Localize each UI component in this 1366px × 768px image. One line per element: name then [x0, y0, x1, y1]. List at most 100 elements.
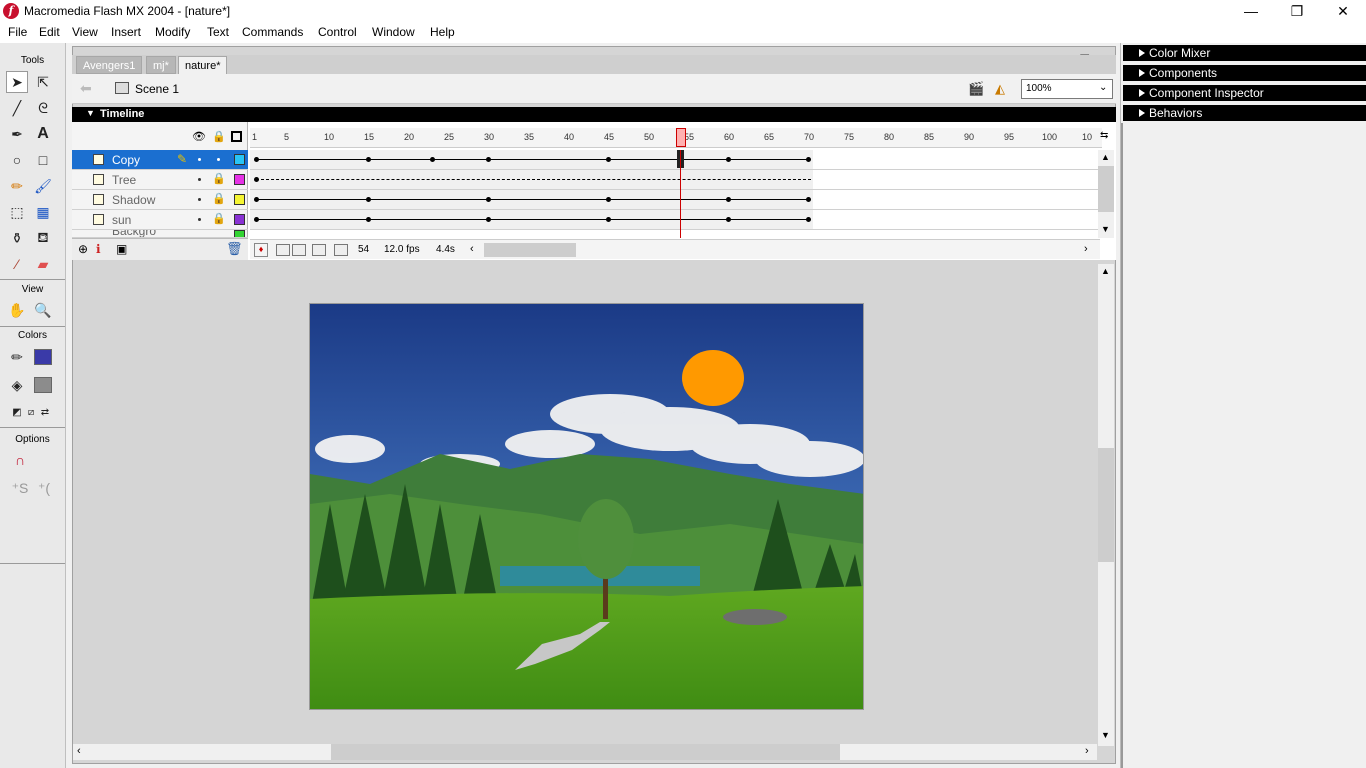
outline-icon[interactable]: [231, 131, 242, 142]
panel-color-mixer[interactable]: Color Mixer: [1123, 45, 1366, 61]
layer-shadow[interactable]: Shadow 🔒: [72, 190, 248, 210]
visibility-dot[interactable]: [198, 198, 201, 201]
edit-symbols-icon[interactable]: ◭: [995, 81, 1005, 97]
keyframe[interactable]: [606, 197, 611, 202]
layer-tree[interactable]: Tree 🔒: [72, 170, 248, 190]
layer-color-swatch[interactable]: [234, 214, 245, 225]
delete-layer-icon[interactable]: 🗑: [226, 241, 243, 257]
keyframe[interactable]: [254, 217, 259, 222]
visibility-dot[interactable]: [198, 158, 201, 161]
stage-hscroll[interactable]: ‹ ›: [73, 744, 1097, 760]
add-motion-guide-icon[interactable]: ℹ: [96, 242, 101, 256]
snap-magnet-icon[interactable]: ∩: [9, 449, 31, 471]
eraser-tool-icon[interactable]: ▰: [32, 253, 54, 275]
minimize-button[interactable]: —: [1228, 0, 1274, 23]
menu-commands[interactable]: Commands: [242, 25, 303, 39]
menu-insert[interactable]: Insert: [111, 25, 141, 39]
menu-text[interactable]: Text: [207, 25, 229, 39]
straighten-icon[interactable]: ⁺(: [33, 477, 55, 499]
center-frame-icon[interactable]: ♦: [254, 243, 268, 257]
tab-avengers1[interactable]: Avengers1: [76, 56, 143, 74]
keyframe[interactable]: [486, 157, 491, 162]
lock-icon[interactable]: 🔒: [212, 130, 226, 143]
eyedropper-tool-icon[interactable]: ⁄: [6, 253, 28, 275]
keyframe[interactable]: [486, 197, 491, 202]
timeline-collapse-icon[interactable]: ▼: [86, 108, 95, 118]
keyframe[interactable]: [606, 217, 611, 222]
visibility-dot[interactable]: [198, 178, 201, 181]
keyframe[interactable]: [254, 197, 259, 202]
edit-scene-icon[interactable]: 🎬: [968, 81, 984, 97]
menu-file[interactable]: File: [8, 25, 27, 39]
frames-sun[interactable]: [250, 210, 1100, 230]
line-tool-icon[interactable]: ╱: [6, 97, 28, 119]
timeline-header[interactable]: ▼ Timeline: [72, 107, 1116, 122]
pencil-tool-icon[interactable]: ✏: [6, 175, 28, 197]
eye-icon[interactable]: 👁: [192, 130, 206, 143]
playhead[interactable]: [676, 128, 686, 147]
frames-tree[interactable]: [250, 170, 1100, 190]
rectangle-tool-icon[interactable]: □: [32, 149, 54, 171]
layer-color-swatch[interactable]: [234, 194, 245, 205]
frame-ruler[interactable]: 1 5 10 15 20 25 30 35 40 45 50 55 60 65 …: [250, 128, 1102, 148]
close-button[interactable]: ✕: [1320, 0, 1366, 23]
menu-modify[interactable]: Modify: [155, 25, 190, 39]
onion-markers-icon[interactable]: [334, 244, 348, 256]
layer-sun[interactable]: sun 🔒: [72, 210, 248, 230]
scroll-left-icon[interactable]: ‹: [77, 745, 81, 757]
scene-label[interactable]: Scene 1: [135, 82, 179, 96]
sun[interactable]: [682, 350, 744, 406]
keyframe[interactable]: [726, 197, 731, 202]
lock-dot[interactable]: [217, 158, 220, 161]
scroll-thumb[interactable]: [1098, 448, 1114, 562]
ink-bottle-tool-icon[interactable]: ⚱: [6, 227, 28, 249]
keyframe[interactable]: [254, 177, 259, 182]
zoom-select[interactable]: 100% ⌄: [1021, 79, 1113, 99]
stage-vscroll[interactable]: ▲ ▼: [1098, 264, 1114, 746]
keyframe[interactable]: [726, 217, 731, 222]
visibility-dot[interactable]: [198, 218, 201, 221]
menu-help[interactable]: Help: [430, 25, 455, 39]
timeline-vscroll[interactable]: ▲ ▼: [1098, 150, 1114, 238]
keyframe[interactable]: [254, 157, 259, 162]
scroll-down-icon[interactable]: ▼: [1101, 730, 1110, 740]
keyframe[interactable]: [486, 217, 491, 222]
scroll-right-icon[interactable]: ›: [1084, 243, 1088, 255]
oval-tool-icon[interactable]: ○: [6, 149, 28, 171]
panel-splitter[interactable]: [1121, 123, 1123, 768]
subselect-tool-icon[interactable]: ⇱: [32, 71, 54, 93]
insert-layer-icon[interactable]: ⊕: [78, 242, 88, 256]
scroll-right-icon[interactable]: ›: [1085, 745, 1089, 757]
keyframe[interactable]: [366, 157, 371, 162]
layer-copy[interactable]: Copy ✎: [72, 150, 248, 170]
keyframe[interactable]: [430, 157, 435, 162]
scroll-thumb[interactable]: [1098, 166, 1114, 212]
tab-mj[interactable]: mj*: [146, 56, 176, 74]
fill-transform-tool-icon[interactable]: ▦: [32, 201, 54, 223]
layer-color-swatch[interactable]: [234, 230, 245, 237]
layer-locked-icon[interactable]: 🔒: [212, 172, 226, 185]
frame-rate[interactable]: 12.0 fps: [384, 244, 420, 255]
panel-components[interactable]: Components: [1123, 65, 1366, 81]
fill-color-icon[interactable]: ◈: [6, 374, 28, 396]
zoom-tool-icon[interactable]: 🔍: [32, 299, 54, 321]
insert-folder-icon[interactable]: ▣: [116, 242, 127, 256]
scroll-up-icon[interactable]: ▲: [1101, 152, 1110, 162]
frames-copy[interactable]: [250, 150, 1100, 170]
panel-component-inspector[interactable]: Component Inspector: [1123, 85, 1366, 101]
keyframe[interactable]: [806, 197, 811, 202]
keyframe[interactable]: [806, 157, 811, 162]
keyframe[interactable]: [366, 197, 371, 202]
frames-shadow[interactable]: [250, 190, 1100, 210]
hand-tool-icon[interactable]: ✋: [6, 299, 28, 321]
layer-background[interactable]: Backgro: [72, 230, 248, 238]
onion-outlines-icon[interactable]: [292, 244, 306, 256]
text-tool-icon[interactable]: A: [32, 123, 54, 145]
keyframe[interactable]: [366, 217, 371, 222]
edit-multiple-icon[interactable]: [312, 244, 326, 256]
panel-behaviors[interactable]: Behaviors: [1123, 105, 1366, 121]
scroll-thumb[interactable]: [331, 744, 840, 760]
arrow-tool-icon[interactable]: ➤: [6, 71, 28, 93]
smooth-icon[interactable]: ⁺S: [9, 477, 31, 499]
maximize-button[interactable]: ❐: [1274, 0, 1320, 23]
